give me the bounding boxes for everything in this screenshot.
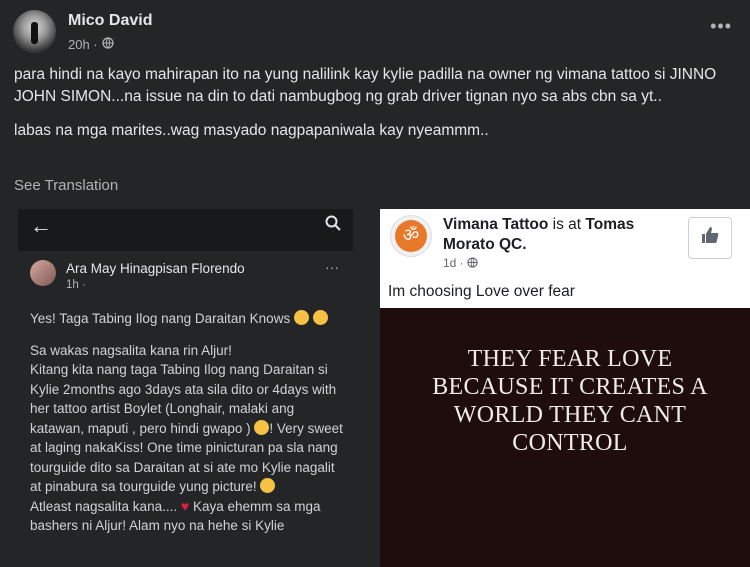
- grin-emoji-icon: [293, 310, 309, 325]
- post-header: Mico David 20h · •••: [0, 0, 750, 60]
- page-title: Vimana Tattoo is at Tomas Morato QC.: [443, 215, 683, 255]
- back-arrow-icon: ←: [30, 213, 52, 238]
- grin-emoji-icon: [260, 478, 276, 493]
- right-screenshot-image[interactable]: ॐ Vimana Tattoo is at Tomas Morato QC. 1…: [380, 209, 750, 567]
- is-at-text: is at: [548, 216, 586, 233]
- smile-emoji-icon: [312, 310, 328, 325]
- heart-icon: ♥: [180, 497, 190, 514]
- post-meta: 20h ·: [68, 37, 114, 52]
- quote-text: THEY FEAR LOVE BECAUSE IT CREATES A WORL…: [380, 345, 750, 457]
- embedded-post-time: 1h ·: [66, 279, 86, 291]
- post-text: para hindi na kayo mahirapan ito na yung…: [14, 64, 740, 154]
- post-paragraph-2: labas na mga marites..wag masyado nagpap…: [14, 122, 489, 139]
- more-options-icon[interactable]: •••: [710, 16, 732, 37]
- page-avatar: ॐ: [390, 215, 432, 257]
- see-translation-link[interactable]: See Translation: [14, 177, 118, 194]
- quote-line: CONTROL: [512, 430, 628, 456]
- avatar-figure: [31, 22, 38, 44]
- screenshot-topbar: ←: [18, 209, 353, 243]
- globe-icon: [467, 257, 478, 268]
- more-options-icon: ···: [325, 259, 339, 275]
- globe-icon: [101, 37, 114, 52]
- search-icon: [325, 215, 341, 236]
- page-name: Vimana Tattoo: [443, 216, 549, 233]
- page-time-text: 1d ·: [443, 256, 464, 270]
- post-time[interactable]: 20h ·: [68, 37, 98, 52]
- embedded-line: Sa wakas nagsalita kana rin Aljur!: [30, 342, 232, 358]
- embedded-author-name: Ara May Hinagpisan Florendo: [66, 261, 245, 276]
- avatar: [30, 260, 56, 286]
- thumbs-up-icon: [688, 217, 732, 259]
- embedded-post: Ara May Hinagpisan Florendo 1h · ··· Yes…: [18, 251, 353, 567]
- author-name[interactable]: Mico David: [68, 12, 152, 30]
- om-icon: ॐ: [395, 220, 427, 252]
- quote-line: BECAUSE IT CREATES A: [432, 374, 708, 400]
- page-caption: Im choosing Love over fear: [388, 283, 575, 300]
- quote-line: WORLD THEY CANT: [453, 402, 687, 428]
- embedded-line: Atleast nagsalita kana....: [30, 498, 178, 514]
- grimace-emoji-icon: [254, 419, 270, 435]
- avatar[interactable]: [13, 10, 56, 53]
- post-paragraph-1: para hindi na kayo mahirapan ito na yung…: [14, 66, 717, 105]
- embedded-line: Yes! Taga Tabing Ilog nang Daraitan Know…: [30, 311, 291, 326]
- embedded-post-text: Yes! Taga Tabing Ilog nang Daraitan Know…: [30, 309, 348, 548]
- page-post-time: 1d ·: [443, 256, 478, 270]
- left-screenshot-image[interactable]: ← Ara May Hinagpisan Florendo 1h · ··· Y…: [18, 209, 353, 567]
- quote-line: THEY FEAR LOVE: [467, 346, 673, 372]
